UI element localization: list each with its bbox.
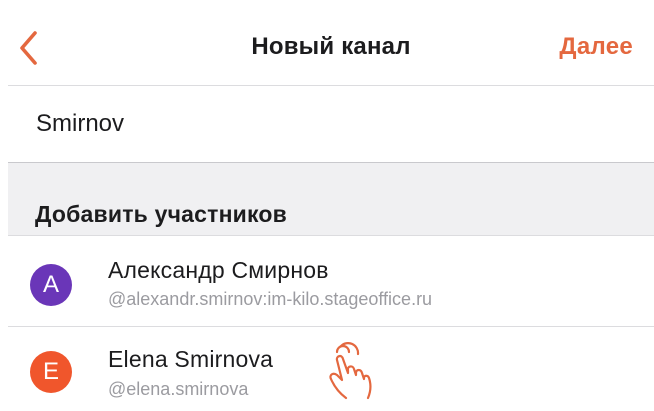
contact-row[interactable]: A Александр Смирнов @alexandr.smirnov:im… [8,237,654,327]
next-button[interactable]: Далее [559,33,633,61]
search-bar [8,86,654,163]
avatar: E [30,351,72,393]
avatar: A [30,264,72,306]
hand-tap-icon [329,342,372,400]
section-title: Добавить участников [35,201,288,227]
contact-name: Александр Смирнов [108,257,329,283]
contact-id: @alexandr.smirnov:im-kilo.stageoffice.ru [108,289,433,309]
page-title: Новый канал [251,33,411,60]
navigation-bar: Новый канал Далее [8,10,654,86]
contact-name: Elena Smirnova [108,346,274,372]
section-header: Добавить участников [8,163,654,236]
contact-id: @elena.smirnova [108,379,249,399]
search-input[interactable] [36,106,626,142]
